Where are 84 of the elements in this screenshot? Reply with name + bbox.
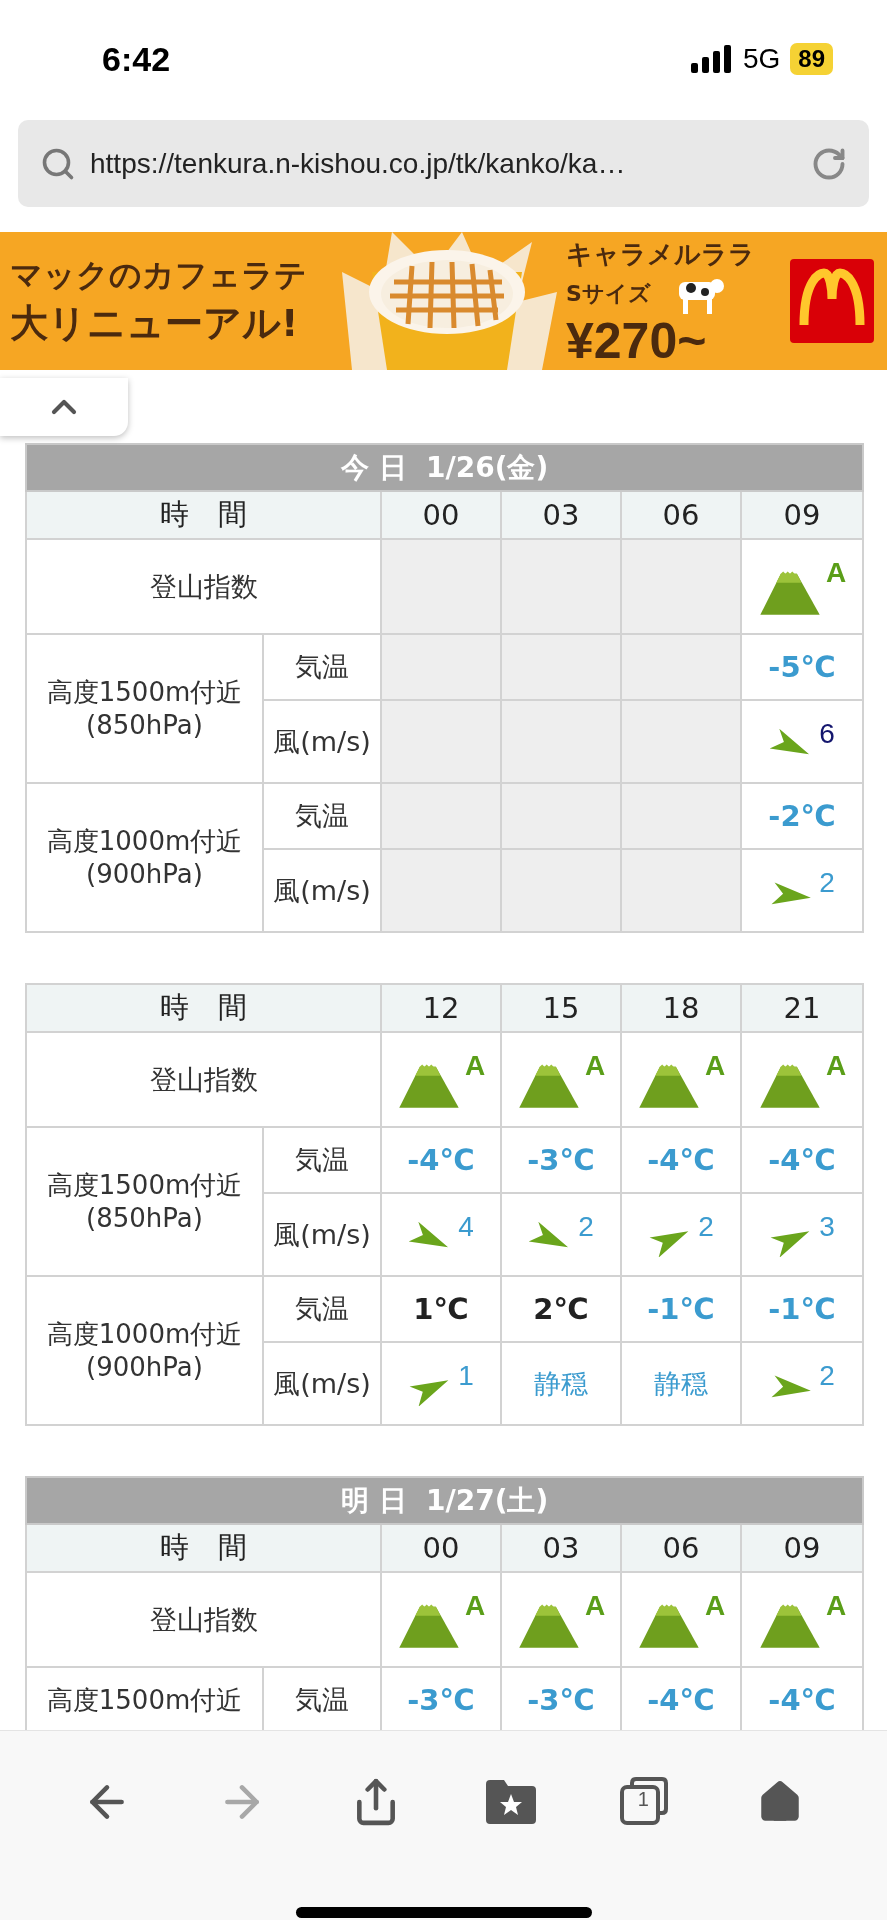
- altitude-label: 高度1500m付近 (850hPa): [26, 1127, 263, 1276]
- time-header: 09: [741, 1524, 864, 1572]
- temperature-cell: -4℃: [741, 1127, 863, 1193]
- address-bar[interactable]: https://tenkura.n-kishou.co.jp/tk/kanko/ka…: [18, 120, 869, 207]
- temperature-cell: -3℃: [381, 1667, 501, 1730]
- grade-label: A: [464, 1591, 486, 1620]
- signal-icon: [690, 45, 733, 73]
- temperature-cell: -4℃: [621, 1667, 741, 1730]
- network-type: 5G: [742, 43, 781, 75]
- tabs-icon: [620, 1777, 671, 1827]
- quantity-label: 風(m/s): [263, 849, 381, 932]
- row-label: 登山指数: [26, 1032, 381, 1127]
- temperature-cell: -4℃: [381, 1127, 501, 1193]
- url-text[interactable]: https://tenkura.n-kishou.co.jp/tk/kanko/ka…: [90, 147, 797, 180]
- time-header: 21: [741, 984, 863, 1032]
- temperature-cell: -4℃: [741, 1667, 864, 1730]
- wind-speed: 3: [819, 1212, 835, 1241]
- table-title: 明 日 1/27(土): [26, 1477, 864, 1524]
- quantity-label: 気温: [263, 1127, 381, 1193]
- column-header: 時 間: [26, 491, 381, 539]
- grade-label: A: [584, 1051, 606, 1080]
- time-header: 03: [501, 491, 621, 539]
- quantity-label: 気温: [263, 783, 381, 849]
- time-header: 09: [741, 491, 864, 539]
- ad-banner[interactable]: マックのカフェラテ 大リニューアル! キャラメルララ Sサイズ ¥270~: [0, 232, 887, 370]
- time-header: 03: [501, 1524, 621, 1572]
- wind-speed: 6: [819, 719, 835, 748]
- altitude-label: 高度1000m付近 (900hPa): [26, 1276, 263, 1425]
- clock-time: 6:42: [102, 39, 171, 79]
- wind-speed: 4: [458, 1212, 474, 1241]
- temperature-cell: -4℃: [621, 1127, 741, 1193]
- column-header: 時 間: [26, 984, 381, 1032]
- arches-logo-icon: [790, 259, 874, 343]
- time-header: 00: [381, 1524, 501, 1572]
- temperature-cell: 2℃: [501, 1276, 621, 1342]
- grade-label: A: [464, 1051, 486, 1080]
- quantity-label: 気温: [263, 634, 381, 700]
- battery-level: 89: [790, 43, 833, 75]
- grade-label: A: [704, 1051, 726, 1080]
- wind-speed: 2: [819, 1361, 835, 1390]
- ad-headline: 大リニューアル!: [10, 299, 299, 347]
- ad-product: キャラメルララ: [566, 237, 755, 271]
- time-header: 06: [621, 491, 741, 539]
- tabs-button[interactable]: 1: [616, 1773, 675, 1831]
- temperature-cell: -3℃: [501, 1127, 621, 1193]
- quantity-label: 風(m/s): [263, 1342, 381, 1425]
- wind-cell: 静穏: [501, 1342, 621, 1425]
- temperature-cell: -3℃: [501, 1667, 621, 1730]
- row-label: 登山指数: [26, 1572, 381, 1667]
- grade-label: A: [825, 1591, 847, 1620]
- wind-speed: 1: [458, 1361, 474, 1390]
- quantity-label: 気温: [263, 1667, 381, 1730]
- ad-size: Sサイズ: [566, 279, 651, 308]
- row-label: 登山指数: [26, 539, 381, 634]
- temperature-cell: -5℃: [741, 634, 864, 700]
- grade-label: A: [584, 1591, 606, 1620]
- quantity-label: 風(m/s): [263, 700, 381, 783]
- time-header: 12: [381, 984, 501, 1032]
- table-title: 今 日 1/26(金): [26, 444, 864, 491]
- column-header: 時 間: [26, 1524, 381, 1572]
- time-header: 06: [621, 1524, 741, 1572]
- temperature-cell: -1℃: [621, 1276, 741, 1342]
- grade-label: A: [825, 558, 847, 587]
- altitude-label: 高度1500m付近 (850hPa): [26, 634, 263, 783]
- temperature-cell: -2℃: [741, 783, 864, 849]
- time-header: 00: [381, 491, 501, 539]
- wind-speed: 2: [819, 868, 835, 897]
- wind-speed: 2: [578, 1212, 594, 1241]
- wind-speed: 2: [698, 1212, 714, 1241]
- quantity-label: 気温: [263, 1276, 381, 1342]
- bookmarks-icon: [485, 1780, 536, 1824]
- grade-label: A: [704, 1591, 726, 1620]
- temperature-cell: 1℃: [381, 1276, 501, 1342]
- ad-price: ¥270~: [566, 315, 707, 366]
- time-header: 15: [501, 984, 621, 1032]
- quantity-label: 風(m/s): [263, 1193, 381, 1276]
- temperature-cell: -1℃: [741, 1276, 863, 1342]
- ad-headline: マックのカフェラテ: [10, 254, 307, 296]
- wind-cell: 静穏: [621, 1342, 741, 1425]
- grade-label: A: [825, 1051, 847, 1080]
- altitude-label: 高度1000m付近 (900hPa): [26, 783, 263, 932]
- altitude-label: 高度1500m付近: [26, 1667, 263, 1730]
- time-header: 18: [621, 984, 741, 1032]
- tab-count: 1: [636, 1788, 650, 1811]
